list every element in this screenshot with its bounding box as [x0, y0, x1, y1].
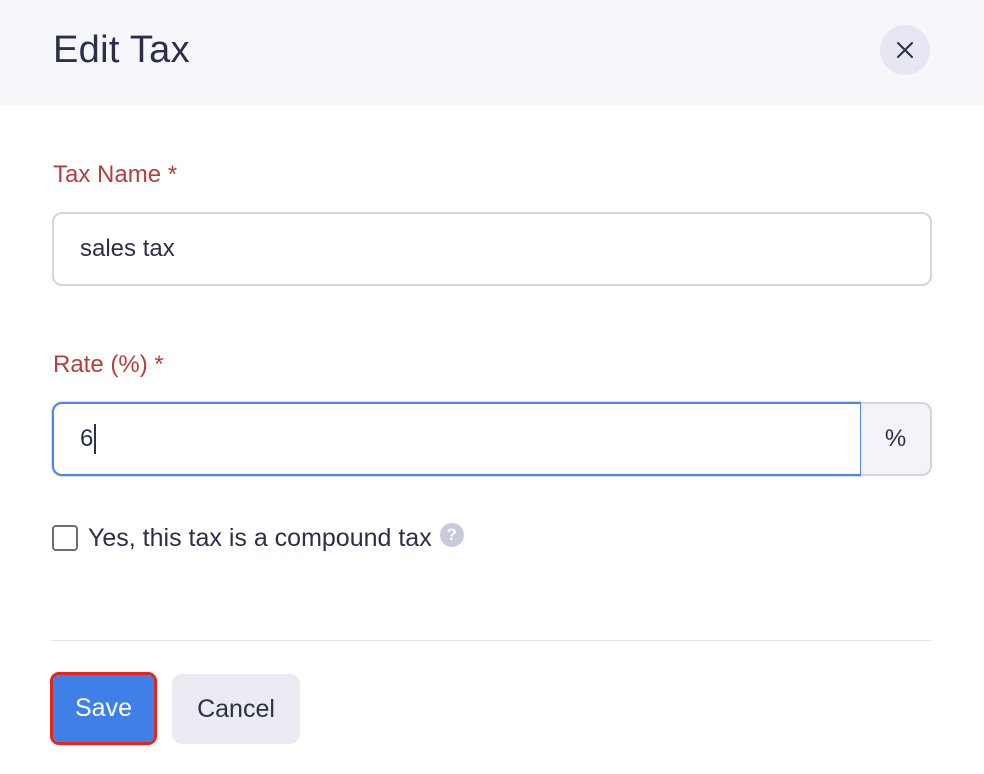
rate-value: 6 — [80, 425, 94, 452]
footer-divider — [52, 640, 932, 641]
edit-tax-dialog: Edit Tax Tax Name * sales tax Rate (%) *… — [0, 0, 984, 774]
tax-name-value: sales tax — [80, 235, 175, 262]
tax-name-label: Tax Name * — [53, 161, 178, 188]
close-button[interactable] — [880, 25, 930, 75]
dialog-title: Edit Tax — [53, 29, 190, 71]
rate-label: Rate (%) * — [53, 351, 164, 378]
compound-tax-row: Yes, this tax is a compound tax ? — [52, 520, 464, 556]
save-button[interactable]: Save — [50, 672, 157, 745]
text-caret — [94, 424, 97, 454]
close-icon — [896, 41, 914, 59]
cancel-button[interactable]: Cancel — [172, 674, 300, 744]
tax-name-input[interactable]: sales tax — [52, 212, 932, 286]
rate-input[interactable]: 6 — [52, 402, 862, 476]
question-circle-icon[interactable]: ? — [439, 523, 464, 547]
compound-tax-checkbox[interactable] — [52, 525, 78, 551]
compound-tax-label[interactable]: Yes, this tax is a compound tax — [88, 524, 432, 553]
dialog-header: Edit Tax — [0, 0, 984, 106]
percent-suffix: % — [861, 402, 932, 476]
